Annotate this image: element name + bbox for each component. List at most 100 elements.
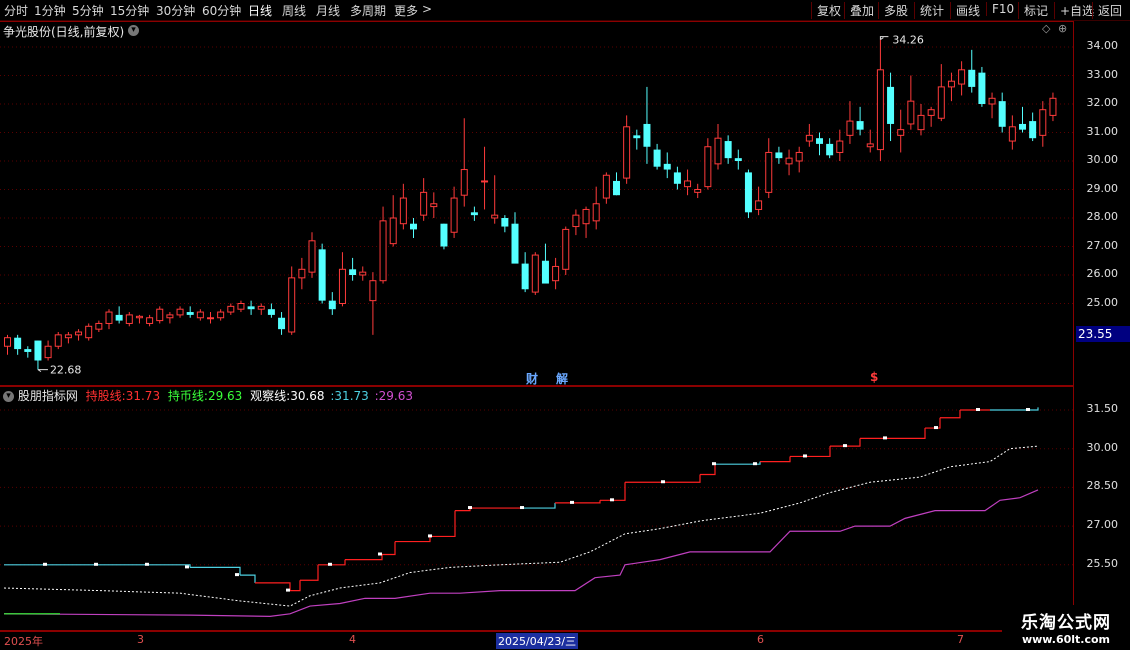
candle-body xyxy=(115,314,123,321)
candle-body xyxy=(907,100,915,125)
candle-body xyxy=(338,268,346,304)
candle-body xyxy=(1039,109,1047,136)
candle xyxy=(765,138,773,199)
candle xyxy=(156,306,164,324)
candle-body xyxy=(572,214,580,228)
candle xyxy=(318,243,326,304)
candle-body xyxy=(207,317,214,320)
candle xyxy=(907,75,915,130)
candle xyxy=(653,143,661,170)
price-axis-tick: 27.00 xyxy=(1086,238,1119,252)
candle-body xyxy=(633,135,641,139)
candle xyxy=(105,309,113,330)
candle xyxy=(663,152,671,179)
indicator-axis-tick: 25.50 xyxy=(1086,556,1119,570)
candle xyxy=(4,334,11,355)
candle-body xyxy=(1049,97,1057,116)
hold-line-segment xyxy=(345,554,383,561)
candle-body xyxy=(217,311,225,319)
candle xyxy=(734,149,742,170)
candle-body xyxy=(4,337,11,347)
candle-body xyxy=(146,317,154,324)
indicator-axis-tick: 31.50 xyxy=(1086,402,1119,415)
hold-line-segment xyxy=(300,564,319,581)
candle-body xyxy=(308,240,316,273)
candle-body xyxy=(105,311,113,324)
hold-line-segment xyxy=(555,500,601,504)
candle-body xyxy=(592,203,600,222)
candle xyxy=(917,104,925,136)
candle xyxy=(288,266,296,335)
candle-body xyxy=(186,312,194,315)
hold-line-marker xyxy=(1026,408,1030,411)
back-button[interactable]: 返回 xyxy=(1092,2,1122,19)
candle-body xyxy=(64,334,72,339)
candle-body xyxy=(876,69,884,151)
candle-body xyxy=(369,280,377,302)
candle xyxy=(338,252,346,307)
candle-body xyxy=(684,180,692,188)
candle-body xyxy=(379,220,387,282)
candle xyxy=(613,172,620,196)
candle-body xyxy=(328,300,336,310)
indicator-axis-tick: 30.00 xyxy=(1086,440,1119,454)
candle-body xyxy=(562,228,570,270)
candle xyxy=(623,115,631,184)
hold-line-marker xyxy=(468,506,472,510)
candle xyxy=(399,183,407,230)
candle xyxy=(450,186,458,238)
candle xyxy=(328,292,336,315)
candle xyxy=(1019,106,1026,133)
candle xyxy=(846,101,854,144)
candle xyxy=(958,61,966,96)
candle-body xyxy=(1008,126,1016,142)
candle xyxy=(978,66,986,107)
candle xyxy=(146,314,154,327)
candle-body xyxy=(958,69,966,85)
candle xyxy=(704,138,712,190)
candle xyxy=(937,64,945,122)
candle-body xyxy=(44,345,52,359)
candle xyxy=(968,49,976,93)
candle-body xyxy=(552,265,560,282)
hold-line-marker xyxy=(235,573,239,577)
candle-body xyxy=(724,141,732,159)
candle xyxy=(227,303,235,315)
hold-line-marker xyxy=(94,562,98,566)
hold-line-marker xyxy=(378,552,382,556)
indicator-chart[interactable] xyxy=(0,385,1074,630)
candle xyxy=(247,300,255,315)
candle-body xyxy=(765,151,773,193)
hold-line-marker xyxy=(934,426,938,430)
candle xyxy=(95,320,103,332)
candle-body xyxy=(196,311,204,319)
price-axis-tick: 25.00 xyxy=(1086,295,1119,309)
candle xyxy=(988,92,996,119)
hold-line-segment xyxy=(700,464,716,476)
candle-body xyxy=(267,309,275,315)
candle-body xyxy=(298,268,306,279)
date-label-year: 2025年 xyxy=(4,635,43,648)
price-axis-tick: 33.00 xyxy=(1086,67,1119,81)
candle xyxy=(430,192,438,218)
candle-body xyxy=(582,208,590,225)
candle xyxy=(176,306,184,318)
candle xyxy=(359,266,367,281)
hold-line-marker xyxy=(145,562,149,566)
candle-body xyxy=(755,200,763,210)
candle xyxy=(1008,115,1016,150)
candle-body xyxy=(227,305,235,313)
candle xyxy=(186,306,194,318)
hold-line-segment xyxy=(190,566,241,576)
candle xyxy=(54,332,62,350)
candle xyxy=(866,129,874,153)
candle xyxy=(795,146,803,173)
dividend-event-marker[interactable]: $ xyxy=(870,370,878,384)
price-axis-tick: 34.00 xyxy=(1086,39,1119,52)
candlestick-chart[interactable]: 34.26 22.68 xyxy=(0,0,1074,385)
candle xyxy=(521,252,529,293)
low-price-label: 22.68 xyxy=(50,364,81,377)
candle xyxy=(836,129,844,161)
candle-body xyxy=(389,217,397,245)
candle-body xyxy=(440,223,448,247)
